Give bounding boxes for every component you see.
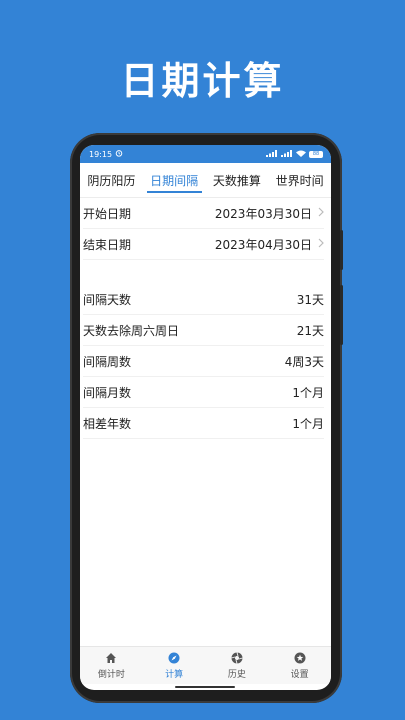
promo-title: 日期计算 xyxy=(120,59,285,103)
result-value: 1个月 xyxy=(292,385,324,400)
result-label: 间隔周数 xyxy=(83,354,132,369)
result-label: 间隔天数 xyxy=(83,292,132,307)
wifi-icon xyxy=(296,150,306,159)
nav-label: 设置 xyxy=(290,669,309,680)
result-row: 间隔周数 4周3天 xyxy=(83,346,324,377)
tab-label: 日期间隔 xyxy=(150,173,199,188)
end-date-row[interactable]: 结束日期 2023年04月30日 xyxy=(83,229,324,260)
chevron-right-icon xyxy=(318,237,324,251)
tab-days-calc[interactable]: 天数推算 xyxy=(206,163,269,197)
nav-label: 倒计时 xyxy=(97,669,125,680)
result-value: 4周3天 xyxy=(284,354,324,369)
result-value: 31天 xyxy=(296,292,324,307)
nav-label: 历史 xyxy=(227,669,246,680)
nav-calculate[interactable]: 计算 xyxy=(149,652,199,680)
signal-icon xyxy=(281,149,293,159)
result-label: 天数去除周六周日 xyxy=(83,323,180,338)
nav-settings[interactable]: 设置 xyxy=(275,652,325,680)
tab-bar: 阴历阳历 日期间隔 天数推算 世界时间 xyxy=(80,163,331,198)
date-input-section: 开始日期 2023年03月30日 结束日期 2023年04月30日 xyxy=(80,198,331,260)
end-date-value: 2023年04月30日 xyxy=(214,237,312,252)
bottom-nav: 倒计时 计算 历史 设置 xyxy=(80,646,331,684)
chevron-right-icon xyxy=(318,206,324,220)
start-date-label: 开始日期 xyxy=(83,206,132,221)
battery-icon: 88 xyxy=(309,150,323,158)
home-indicator xyxy=(175,686,235,688)
tab-date-interval[interactable]: 日期间隔 xyxy=(143,163,206,197)
signal-icon xyxy=(266,149,278,159)
alarm-icon xyxy=(115,149,123,159)
star-icon xyxy=(294,652,306,664)
app-screen: 19:15 88 阴历阳历 日期间隔 天数推算 世界时间 开始日期 2023年0… xyxy=(80,145,331,690)
phone-side-button xyxy=(340,285,343,345)
end-date-label: 结束日期 xyxy=(83,237,132,252)
result-label: 间隔月数 xyxy=(83,385,132,400)
compass-icon xyxy=(168,652,180,664)
result-row: 间隔天数 31天 xyxy=(83,284,324,315)
result-value: 21天 xyxy=(296,323,324,338)
results-section: 间隔天数 31天 天数去除周六周日 21天 间隔周数 4周3天 间隔月数 1个月… xyxy=(80,284,331,439)
status-bar: 19:15 88 xyxy=(80,145,331,163)
result-row: 相差年数 1个月 xyxy=(83,408,324,439)
result-value: 1个月 xyxy=(292,416,324,431)
start-date-value: 2023年03月30日 xyxy=(214,206,312,221)
tab-lunar-solar[interactable]: 阴历阳历 xyxy=(80,163,143,197)
nav-countdown[interactable]: 倒计时 xyxy=(86,652,136,680)
result-label: 相差年数 xyxy=(83,416,132,431)
home-icon xyxy=(105,652,117,664)
result-row: 间隔月数 1个月 xyxy=(83,377,324,408)
status-time: 19:15 xyxy=(89,149,113,159)
result-row: 天数去除周六周日 21天 xyxy=(83,315,324,346)
tab-label: 阴历阳历 xyxy=(87,173,136,188)
tab-label: 天数推算 xyxy=(212,173,261,188)
aperture-icon xyxy=(231,651,243,664)
start-date-row[interactable]: 开始日期 2023年03月30日 xyxy=(83,198,324,229)
nav-history[interactable]: 历史 xyxy=(212,651,262,680)
phone-side-button xyxy=(340,230,343,270)
nav-label: 计算 xyxy=(165,669,184,680)
tab-world-time[interactable]: 世界时间 xyxy=(268,163,331,197)
tab-label: 世界时间 xyxy=(275,173,324,188)
